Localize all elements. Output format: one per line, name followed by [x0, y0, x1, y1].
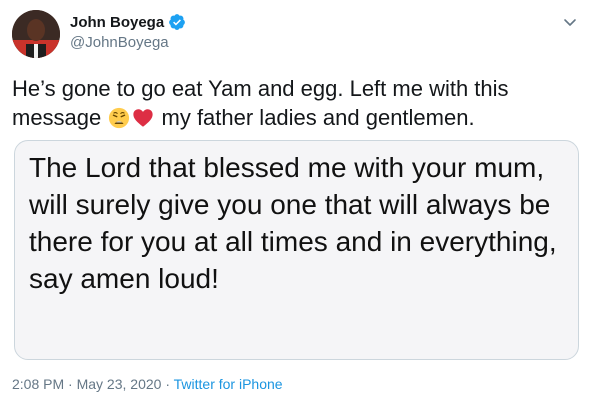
tweet-metadata: 2:08 PM · May 23, 2020 · Twitter for iPh… [12, 376, 283, 392]
tweet-source-link[interactable]: Twitter for iPhone [174, 376, 283, 392]
author-handle[interactable]: @JohnBoyega [70, 34, 169, 51]
red-heart-icon [132, 107, 154, 129]
avatar-photo [12, 10, 60, 58]
image-message-text: The Lord that blessed me with your mum, … [29, 152, 557, 294]
weary-face-icon [108, 107, 130, 129]
chevron-down-icon[interactable] [562, 14, 578, 30]
meta-separator: · [64, 376, 77, 392]
author-name-row: John Boyega [70, 13, 186, 31]
tweet-text-part2: my father ladies and gentlemen. [155, 105, 475, 130]
author-name[interactable]: John Boyega [70, 14, 164, 31]
verified-badge-icon [168, 13, 186, 31]
tweet-time[interactable]: 2:08 PM [12, 376, 64, 392]
meta-separator: · [161, 376, 174, 392]
tweet-text: He’s gone to go eat Yam and egg. Left me… [12, 74, 572, 132]
avatar[interactable] [12, 10, 60, 58]
tweet-image[interactable]: The Lord that blessed me with your mum, … [14, 140, 579, 360]
tweet-card: John Boyega @JohnBoyega He’s gone to go … [0, 0, 596, 405]
tweet-date[interactable]: May 23, 2020 [77, 376, 162, 392]
